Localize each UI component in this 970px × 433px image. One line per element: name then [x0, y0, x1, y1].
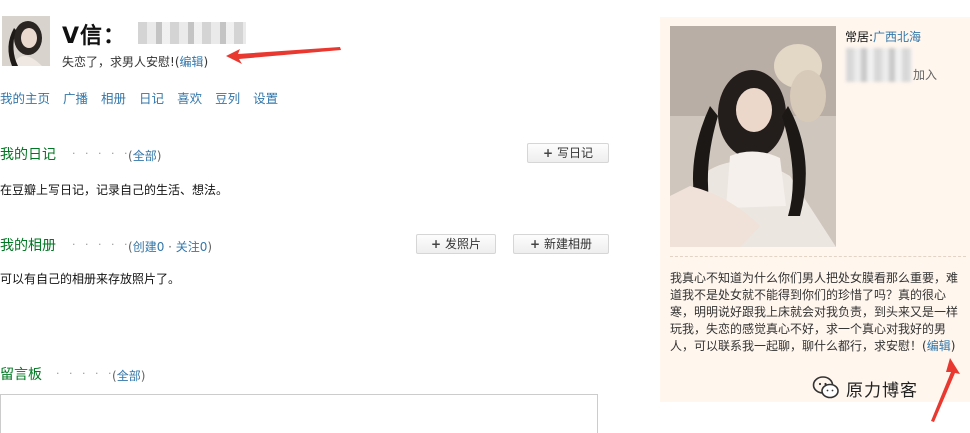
wechat-logo-icon	[812, 376, 839, 399]
profile-nav: 我的主页 广播 相册 日记 喜欢 豆列 设置	[0, 88, 291, 107]
profile-photo-image	[670, 26, 836, 247]
plus-icon: +	[529, 237, 541, 251]
red-arrow-annotation	[226, 47, 341, 64]
watermark-text: 原力博客	[846, 380, 918, 401]
new-album-button[interactable]: + 新建相册	[513, 234, 609, 254]
signature-text: 失恋了，求男人安慰!	[62, 55, 175, 69]
album-description: 可以有自己的相册来存放照片了。	[0, 272, 181, 286]
nav-item-broadcast[interactable]: 广播	[63, 88, 88, 107]
guestbook-input[interactable]	[0, 394, 598, 433]
nav-item-diary[interactable]: 日记	[139, 88, 164, 107]
album-create-link[interactable]: 创建0	[133, 240, 165, 254]
guestbook-all-link-group: (全部)	[112, 369, 146, 383]
nav-item-doulist[interactable]: 豆列	[215, 88, 240, 107]
diary-description: 在豆瓣上写日记，记录自己的生活、想法。	[0, 183, 229, 197]
nav-item-settings[interactable]: 设置	[253, 88, 278, 107]
intro-text: 我真心不知道为什么你们男人把处女膜看那么重要，难道我不是处女就不能得到你们的珍惜…	[670, 271, 959, 353]
joined-date-redacted	[846, 48, 912, 82]
write-diary-button[interactable]: + 写日记	[527, 143, 609, 163]
location-link[interactable]: 广西北海	[873, 30, 921, 44]
new-album-label: 新建相册	[544, 237, 593, 251]
guestbook-section-title: 留言板	[0, 367, 42, 383]
write-diary-label: 写日记	[557, 146, 594, 160]
watermark: 原力博客	[812, 375, 918, 401]
diary-all-link[interactable]: 全部	[133, 149, 157, 163]
guestbook-all-link[interactable]: 全部	[117, 369, 141, 383]
diary-all-link-group: (全部)	[128, 149, 162, 163]
nav-item-album[interactable]: 相册	[101, 88, 126, 107]
nav-item-home[interactable]: 我的主页	[0, 88, 50, 107]
diary-section-title: 我的日记	[0, 147, 56, 163]
user-name: V信：	[62, 24, 127, 49]
joined-label: 加入	[913, 68, 938, 82]
album-section-title: 我的相册	[0, 238, 56, 254]
upload-photo-label: 发照片	[445, 237, 482, 251]
name-redacted	[138, 22, 246, 44]
red-arrow-annotation	[931, 358, 960, 422]
album-follow-link[interactable]: 关注0	[176, 240, 208, 254]
profile-photo[interactable]	[670, 26, 836, 247]
nav-item-likes[interactable]: 喜欢	[177, 88, 202, 107]
edit-intro-link[interactable]: 编辑	[927, 339, 951, 353]
plus-icon: +	[430, 237, 442, 251]
avatar[interactable]	[2, 16, 50, 66]
upload-photo-button[interactable]: + 发照片	[416, 234, 496, 254]
edit-signature-link[interactable]: 编辑	[180, 55, 204, 69]
location-row: 常居:广西北海	[845, 30, 922, 44]
profile-intro: 我真心不知道为什么你们男人把处女膜看那么重要，难道我不是处女就不能得到你们的珍惜…	[670, 271, 959, 353]
album-links: (创建0 · 关注0)	[128, 240, 213, 254]
panel-divider	[670, 256, 966, 257]
avatar-image	[2, 16, 50, 66]
user-signature: 失恋了，求男人安慰!(编辑)	[62, 55, 209, 69]
plus-icon: +	[542, 146, 554, 160]
